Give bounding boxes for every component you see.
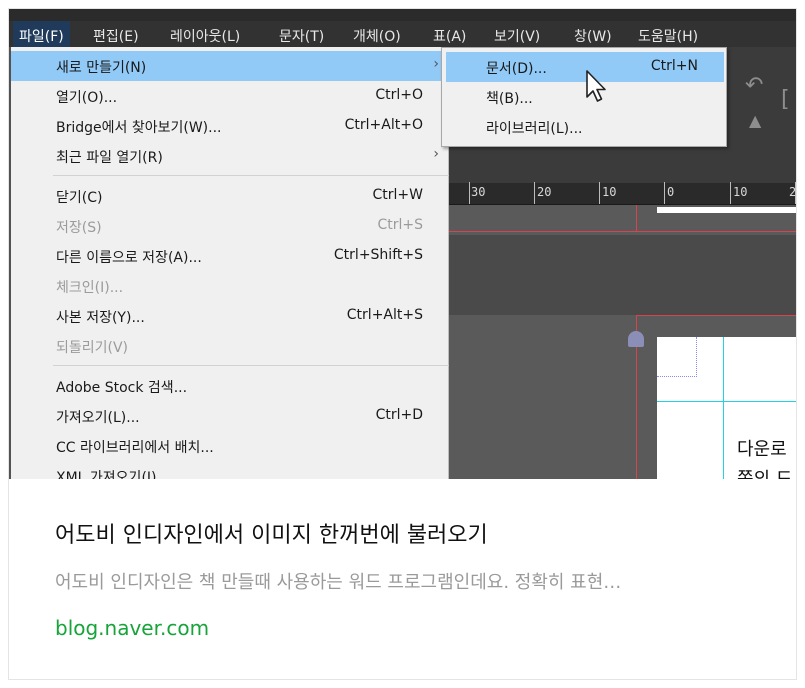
- menu-item-save[interactable]: 저장(S) Ctrl+S: [11, 211, 449, 241]
- card-title[interactable]: 어도비 인디자인에서 이미지 한꺼번에 불러오기: [55, 517, 488, 549]
- menu-object[interactable]: 개체(O): [353, 26, 401, 46]
- menu-separator: [53, 175, 449, 176]
- frame-icon[interactable]: [: [781, 87, 790, 112]
- menu-item-import-xml[interactable]: XML 가져오기(I)...: [11, 461, 449, 479]
- column-guide: [723, 337, 724, 479]
- card-description: 어도비 인디자인은 책 만들때 사용하는 워드 프로그램인데요. 정확히 표현…: [55, 572, 622, 593]
- rotate-icon[interactable]: ↶: [745, 73, 763, 98]
- ruler-label: 0: [667, 185, 675, 199]
- bleed-guide: [449, 231, 796, 232]
- ruler-tick: [469, 182, 470, 204]
- menu-item-adobe-stock[interactable]: Adobe Stock 검색...: [11, 371, 449, 401]
- lock-icon[interactable]: [628, 331, 644, 347]
- ruler-label: 30: [471, 185, 486, 199]
- menu-edit[interactable]: 편집(E): [93, 26, 139, 46]
- menu-item-revert[interactable]: 되돌리기(V): [11, 331, 449, 361]
- flip-icon[interactable]: ▲: [749, 111, 761, 130]
- frame-guide: [657, 337, 697, 377]
- menubar: 파일(F) 편집(E) 레이아웃(L) 문자(T) 개체(O) 표(A) 보기(…: [9, 21, 796, 47]
- chevron-right-icon: ›: [433, 146, 439, 162]
- horizontal-ruler[interactable]: 30 20 10 0 10 2: [449, 182, 796, 205]
- submenu-item-book[interactable]: 책(B)...: [442, 82, 726, 112]
- menu-item-save-copy[interactable]: 사본 저장(Y)... Ctrl+Alt+S: [11, 301, 449, 331]
- bleed-guide: [636, 315, 796, 316]
- margin-guide: [657, 401, 796, 402]
- ruler-label: 10: [733, 185, 748, 199]
- file-menu-dropdown: 새로 만들기(N) › 열기(O)... Ctrl+O Bridge에서 찾아보…: [11, 47, 449, 479]
- link-preview-card[interactable]: 파일(F) 편집(E) 레이아웃(L) 문자(T) 개체(O) 표(A) 보기(…: [8, 8, 797, 680]
- spread-band: [449, 235, 796, 315]
- menu-item-place[interactable]: 가져오기(L)... Ctrl+D: [11, 401, 449, 431]
- indesign-screenshot: 파일(F) 편집(E) 레이아웃(L) 문자(T) 개체(O) 표(A) 보기(…: [9, 9, 796, 479]
- menu-type[interactable]: 문자(T): [279, 26, 324, 46]
- menu-item-check-in[interactable]: 체크인(I)...: [11, 271, 449, 301]
- ruler-label: 10: [602, 185, 617, 199]
- menu-item-open[interactable]: 열기(O)... Ctrl+O: [11, 81, 449, 111]
- menu-item-place-cc-library[interactable]: CC 라이브러리에서 배치...: [11, 431, 449, 461]
- menu-item-new[interactable]: 새로 만들기(N) ›: [11, 51, 449, 81]
- menu-help[interactable]: 도움말(H): [638, 26, 698, 46]
- menu-item-close[interactable]: 닫기(C) Ctrl+W: [11, 181, 449, 211]
- document-text-line: 다운로: [737, 439, 787, 460]
- ruler-tick: [599, 182, 600, 204]
- menu-view[interactable]: 보기(V): [494, 26, 540, 46]
- menu-item-save-as[interactable]: 다른 이름으로 저장(A)... Ctrl+Shift+S: [11, 241, 449, 271]
- chevron-right-icon: ›: [433, 56, 439, 72]
- ruler-tick: [534, 182, 535, 204]
- card-source-link[interactable]: blog.naver.com: [55, 616, 209, 640]
- menu-window[interactable]: 창(W): [574, 26, 612, 46]
- ruler-label: 20: [537, 185, 552, 199]
- menu-file[interactable]: 파일(F): [13, 21, 70, 47]
- menu-table[interactable]: 표(A): [433, 26, 466, 46]
- window-top-strip: [9, 9, 796, 21]
- ruler-tick: [664, 182, 665, 204]
- new-submenu: 문서(D)... Ctrl+N 책(B)... 라이브러리(L)...: [441, 47, 727, 147]
- document-text-line: 쪽의 드: [737, 465, 792, 479]
- menu-item-open-recent[interactable]: 최근 파일 열기(R) ›: [11, 141, 449, 171]
- submenu-item-library[interactable]: 라이브러리(L)...: [442, 112, 726, 142]
- menu-separator: [53, 365, 449, 366]
- mouse-cursor-icon: [586, 70, 606, 102]
- page-edge: [657, 207, 796, 213]
- ruler-tick: [730, 182, 731, 204]
- ruler-tick: [795, 182, 796, 204]
- menu-layout[interactable]: 레이아웃(L): [170, 26, 240, 46]
- menu-item-browse-bridge[interactable]: Bridge에서 찾아보기(W)... Ctrl+Alt+O: [11, 111, 449, 141]
- bleed-guide: [636, 205, 637, 232]
